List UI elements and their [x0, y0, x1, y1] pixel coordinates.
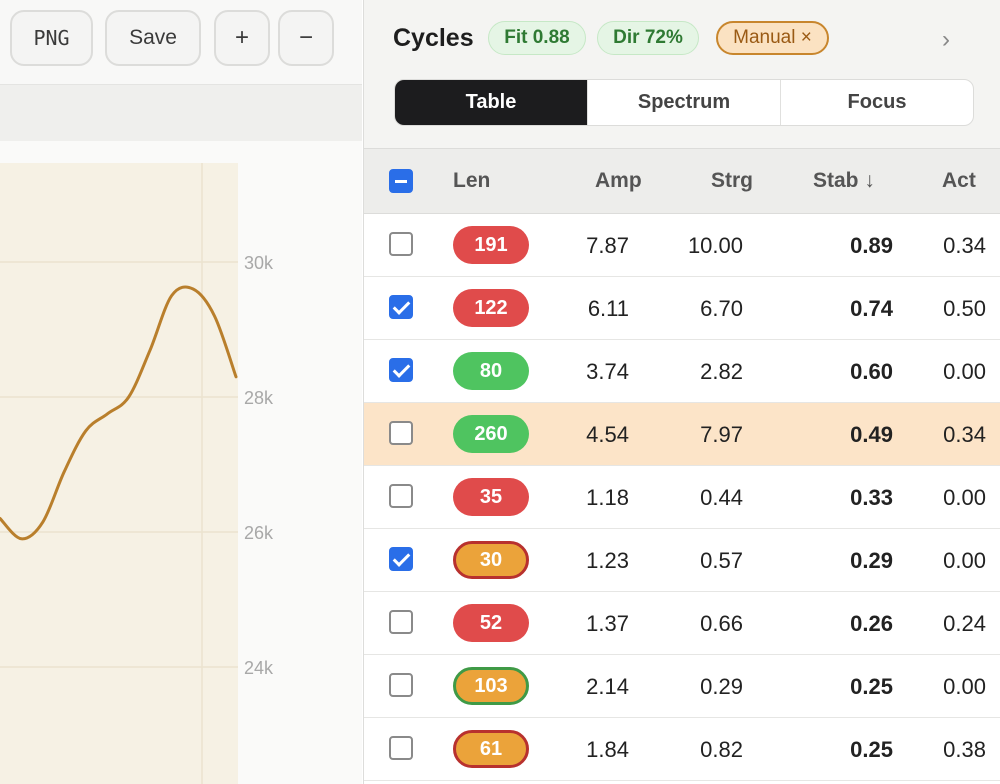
act-cell: 0.00 — [943, 485, 986, 510]
row-checkbox[interactable] — [389, 358, 413, 382]
strg-cell: 0.57 — [700, 548, 743, 573]
row-checkbox[interactable] — [389, 736, 413, 760]
y-axis: 24k 26k 28k 30k — [244, 253, 274, 678]
cycle-length-badge: 191 — [453, 226, 529, 264]
row-checkbox[interactable] — [389, 547, 413, 571]
table-row[interactable]: 35 1.18 0.44 0.33 0.00 — [364, 466, 1000, 529]
stab-cell: 0.29 — [850, 548, 893, 573]
col-len-header[interactable]: Len — [453, 169, 490, 193]
cycle-length-badge: 122 — [453, 289, 529, 327]
save-button[interactable]: Save — [105, 10, 201, 66]
stab-cell: 0.74 — [850, 296, 893, 321]
row-checkbox[interactable] — [389, 610, 413, 634]
cycles-panel: Cycles Fit 0.88 Dir 72% Manual × › Table… — [363, 0, 1000, 784]
strg-cell: 7.97 — [700, 422, 743, 447]
amp-cell: 4.54 — [586, 422, 629, 447]
act-cell: 0.00 — [943, 359, 986, 384]
act-cell: 0.34 — [943, 233, 986, 258]
chart-panel: PNG Save + − 24k 26k 28k 30k — [0, 0, 362, 784]
y-tick-label: 28k — [244, 388, 274, 408]
view-tabs: Table Spectrum Focus — [394, 79, 974, 126]
strg-cell: 10.00 — [687, 233, 743, 258]
act-cell: 0.34 — [943, 422, 986, 447]
tab-spectrum[interactable]: Spectrum — [587, 80, 780, 125]
tab-table[interactable]: Table — [395, 80, 587, 125]
price-chart[interactable]: 24k 26k 28k 30k — [0, 141, 362, 784]
col-stab-header[interactable]: Stab ↓ — [813, 169, 875, 193]
strg-cell: 0.82 — [700, 737, 743, 762]
table-row[interactable]: 103 2.14 0.29 0.25 0.00 — [364, 655, 1000, 718]
amp-cell: 1.23 — [586, 548, 629, 573]
strg-cell: 0.66 — [700, 611, 743, 636]
amp-cell: 1.18 — [586, 485, 629, 510]
cycle-length-badge: 260 — [453, 415, 529, 453]
amp-cell: 7.87 — [586, 233, 629, 258]
cycle-length-badge: 52 — [453, 604, 529, 642]
act-cell: 0.24 — [943, 611, 986, 636]
row-checkbox[interactable] — [389, 673, 413, 697]
amp-cell: 1.84 — [586, 737, 629, 762]
table-row[interactable]: 61 1.84 0.82 0.25 0.38 — [364, 718, 1000, 781]
stab-cell: 0.60 — [850, 359, 893, 384]
cycle-length-badge: 61 — [453, 730, 529, 768]
row-checkbox[interactable] — [389, 484, 413, 508]
select-all-checkbox[interactable] — [389, 169, 413, 193]
stab-cell: 0.33 — [850, 485, 893, 510]
table-row[interactable]: 80 3.74 2.82 0.60 0.00 — [364, 340, 1000, 403]
cycle-length-badge: 35 — [453, 478, 529, 516]
col-strg-header[interactable]: Strg — [711, 169, 753, 193]
row-checkbox[interactable] — [389, 232, 413, 256]
cycles-header: Cycles Fit 0.88 Dir 72% Manual × › Table… — [364, 0, 1000, 148]
y-tick-label: 24k — [244, 658, 274, 678]
y-tick-label: 26k — [244, 523, 274, 543]
export-png-button[interactable]: PNG — [10, 10, 93, 66]
stab-cell: 0.25 — [850, 674, 893, 699]
stab-cell: 0.25 — [850, 737, 893, 762]
cycle-length-badge: 80 — [453, 352, 529, 390]
table-row[interactable]: 52 1.37 0.66 0.26 0.24 — [364, 592, 1000, 655]
amp-cell: 1.37 — [586, 611, 629, 636]
cycle-length-badge: 103 — [453, 667, 529, 705]
table-row[interactable]: 30 1.23 0.57 0.29 0.00 — [364, 529, 1000, 592]
col-act-header[interactable]: Act — [942, 169, 976, 193]
table-row[interactable]: 191 7.87 10.00 0.89 0.34 — [364, 214, 1000, 277]
panel-title: Cycles — [393, 24, 474, 52]
amp-cell: 3.74 — [586, 359, 629, 384]
dir-chip: Dir 72% — [597, 21, 699, 55]
table-row[interactable]: 122 6.11 6.70 0.74 0.50 — [364, 277, 1000, 340]
row-checkbox[interactable] — [389, 295, 413, 319]
manual-chip[interactable]: Manual × — [716, 21, 829, 55]
act-cell: 0.50 — [943, 296, 986, 321]
chart-toolbar: PNG Save + − — [0, 0, 362, 84]
tab-focus[interactable]: Focus — [780, 80, 973, 125]
row-checkbox[interactable] — [389, 421, 413, 445]
strg-cell: 0.44 — [700, 485, 743, 510]
strg-cell: 0.29 — [700, 674, 743, 699]
strg-cell: 6.70 — [700, 296, 743, 321]
chevron-right-icon[interactable]: › — [942, 26, 950, 54]
zoom-out-button[interactable]: − — [278, 10, 334, 66]
chart-subbar — [0, 84, 362, 142]
table-row[interactable]: 260 4.54 7.97 0.49 0.34 — [364, 403, 1000, 466]
stab-cell: 0.89 — [850, 233, 893, 258]
stab-cell: 0.26 — [850, 611, 893, 636]
strg-cell: 2.82 — [700, 359, 743, 384]
price-chart-svg: 24k 26k 28k 30k — [0, 163, 274, 784]
amp-cell: 2.14 — [586, 674, 629, 699]
amp-cell: 6.11 — [587, 296, 629, 321]
act-cell: 0.00 — [943, 548, 986, 573]
act-cell: 0.38 — [943, 737, 986, 762]
col-amp-header[interactable]: Amp — [595, 169, 642, 193]
y-tick-label: 30k — [244, 253, 274, 273]
act-cell: 0.00 — [943, 674, 986, 699]
stab-cell: 0.49 — [850, 422, 893, 447]
table-header: Len Amp Strg Stab ↓ Act — [364, 148, 1000, 214]
cycle-length-badge: 30 — [453, 541, 529, 579]
zoom-in-button[interactable]: + — [214, 10, 270, 66]
fit-chip: Fit 0.88 — [488, 21, 586, 55]
